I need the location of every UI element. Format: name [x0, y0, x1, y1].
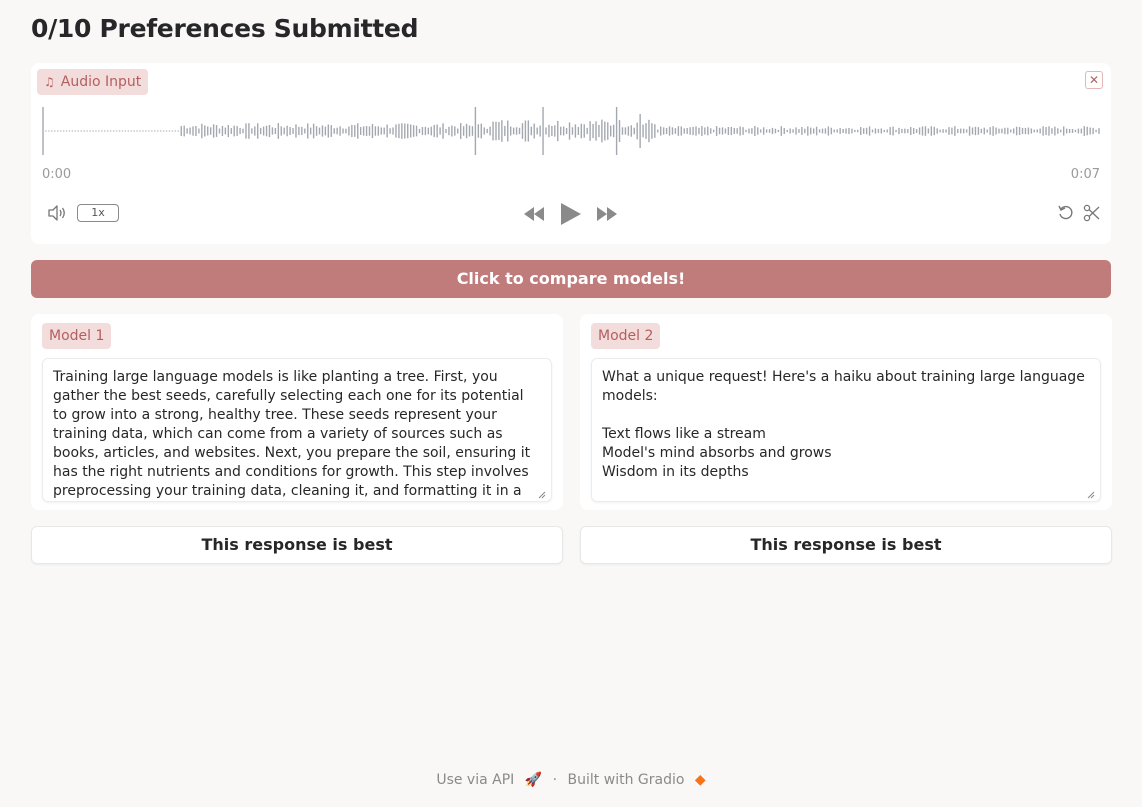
music-note-icon: ♫: [44, 75, 55, 89]
model-2-response[interactable]: What a unique request! Here's a haiku ab…: [591, 358, 1101, 502]
scissors-icon[interactable]: [1083, 204, 1101, 226]
vote-model-2-button[interactable]: This response is best: [580, 526, 1112, 564]
transport-controls: [521, 201, 621, 229]
model-1-response[interactable]: Training large language models is like p…: [42, 358, 552, 502]
rocket-icon: 🚀: [524, 772, 543, 788]
current-time: 0:00: [42, 167, 72, 182]
undo-icon[interactable]: [1057, 204, 1075, 226]
duration: 0:07: [1070, 167, 1100, 182]
playback-controls: 1x: [31, 201, 1111, 229]
compare-models-button[interactable]: Click to compare models!: [31, 260, 1111, 298]
resize-handle-icon[interactable]: [538, 491, 546, 499]
model-2-label: Model 2: [591, 323, 661, 349]
audio-waveform[interactable]: [42, 103, 1100, 159]
close-icon: ✕: [1088, 73, 1100, 87]
vote-model-1-button[interactable]: This response is best: [31, 526, 563, 564]
resize-handle-icon[interactable]: [1087, 491, 1095, 499]
model-2-panel: Model 2 What a unique request! Here's a …: [580, 314, 1112, 510]
footer-separator: ·: [552, 772, 558, 788]
footer: Use via API 🚀 · Built with Gradio ◆: [0, 772, 1142, 788]
page-title: 0/10 Preferences Submitted: [31, 14, 419, 43]
gradio-logo-icon: ◆: [694, 772, 706, 788]
volume-icon[interactable]: [47, 204, 67, 226]
audio-player: ♫ Audio Input ✕ 0:00 0:07 1x: [31, 63, 1111, 244]
edit-controls: [1057, 204, 1101, 226]
fast-forward-icon[interactable]: [597, 207, 617, 221]
rewind-icon[interactable]: [524, 207, 544, 221]
play-icon[interactable]: [561, 203, 581, 225]
model-1-label: Model 1: [42, 323, 112, 349]
playback-speed-button[interactable]: 1x: [77, 204, 119, 222]
audio-input-label-text: Audio Input: [60, 74, 142, 90]
audio-input-label: ♫ Audio Input: [37, 69, 149, 95]
gradio-link[interactable]: Built with Gradio: [568, 772, 685, 788]
clear-audio-button[interactable]: ✕: [1085, 71, 1103, 89]
api-link[interactable]: Use via API: [436, 772, 514, 788]
model-1-panel: Model 1 Training large language models i…: [31, 314, 563, 510]
